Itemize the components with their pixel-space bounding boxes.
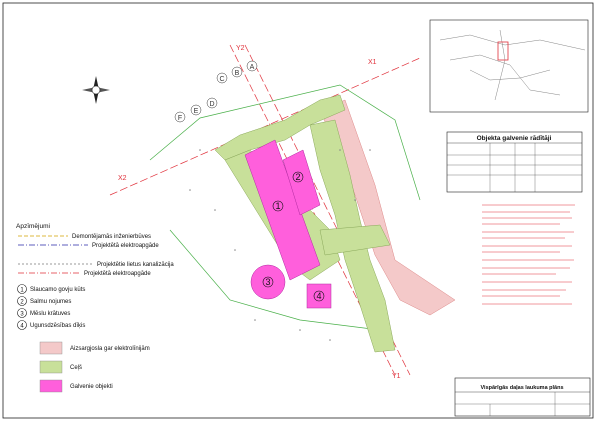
situation-map [429, 19, 589, 113]
svg-text:C: C [219, 76, 224, 83]
site-plan-drawing: 1 2 3 4 X2 X1 Y2 Y1 F E D C B A Objekta … [2, 2, 594, 419]
legend-line-label-1: Projektētā elektroapgāde [92, 243, 159, 249]
indicators-title: Objekta galvenie rādītāji [477, 135, 552, 142]
legend-object-label-2: Mēslu krātuves [30, 311, 70, 317]
title-block-title: Vispārīgās daļas laukuma plāns [480, 385, 563, 391]
svg-text:D: D [209, 101, 214, 108]
svg-text:X2: X2 [118, 175, 127, 182]
legend-object-label-0: Slaucamo govju kūts [30, 287, 85, 293]
svg-text:1: 1 [275, 201, 280, 211]
legend-area-label-1: Ceļš [70, 365, 82, 371]
legend-line-label-0: Demontējamās inženierbūves [72, 234, 151, 240]
svg-text:Y1: Y1 [392, 373, 401, 380]
legend-line-label-2: Projektētie lietus kanalizācija [97, 262, 174, 268]
legend-swatch-road [39, 360, 63, 374]
legend-line-label-3: Projektētā elektroapgāde [84, 271, 151, 277]
svg-text:3: 3 [265, 277, 270, 287]
legend-area-label-0: Aizsargjosla gar elektrolīnijām [70, 346, 150, 352]
legend-title: Apzīmējumi [16, 223, 50, 230]
svg-text:B: B [235, 70, 240, 77]
title-block: Vispārīgās daļas laukuma plāns [454, 377, 591, 417]
svg-text:4: 4 [316, 291, 321, 301]
legend-swatch-main-objects [39, 379, 63, 393]
svg-text:E: E [194, 108, 199, 115]
legend-object-label-1: Salmu nojumes [30, 299, 71, 305]
svg-text:A: A [250, 64, 255, 71]
svg-text:F: F [178, 115, 182, 122]
svg-text:Y2: Y2 [236, 45, 245, 52]
legend-area-label-2: Galvenie objekti [70, 384, 113, 390]
indicators-table: Objekta galvenie rādītāji [446, 131, 583, 193]
legend-swatch-protection-zone [39, 341, 63, 355]
svg-text:X1: X1 [368, 59, 377, 66]
legend-object-label-3: Ugunsdzēsības dīķis [30, 323, 85, 329]
drawing-sheet: 1 2 3 4 X2 X1 Y2 Y1 F E D C B A Objekta … [0, 0, 596, 421]
svg-text:2: 2 [295, 172, 300, 182]
